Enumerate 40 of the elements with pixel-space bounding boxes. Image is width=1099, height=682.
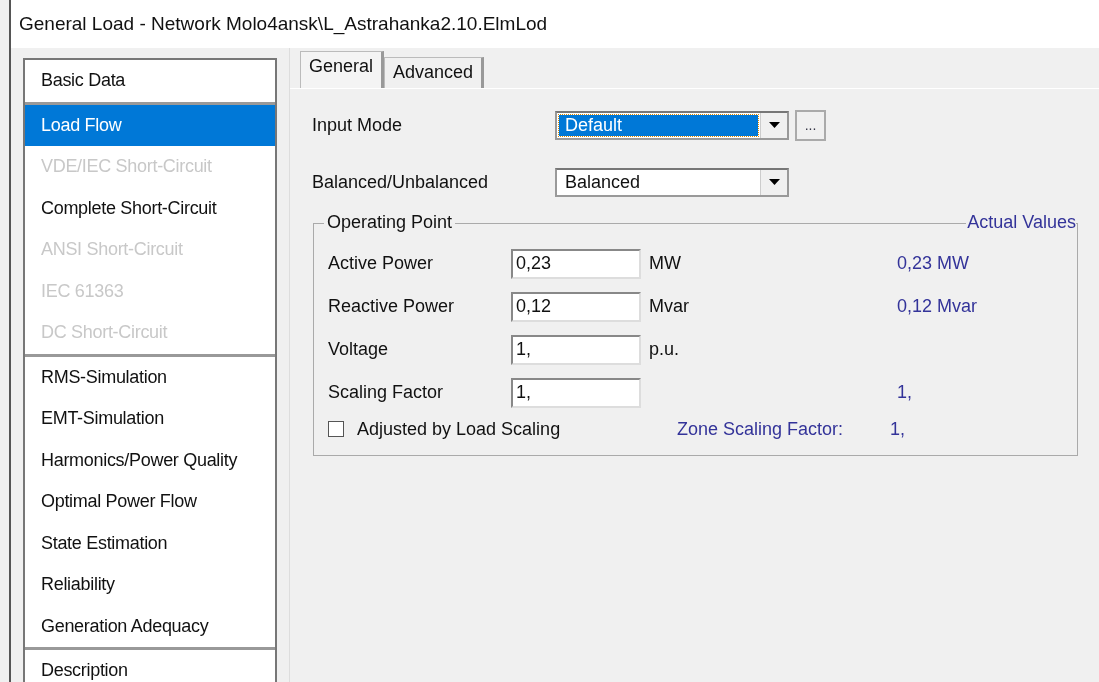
window-title: General Load - Network Molo4ansk\L_Astrahanka2.10.ElmLod — [19, 13, 548, 35]
field-label: Active Power — [328, 253, 435, 274]
category-item[interactable]: Basic Data — [25, 60, 275, 102]
actual-value: 0,12 Mvar — [897, 296, 978, 317]
category-item[interactable]: Optimal Power Flow — [25, 481, 275, 523]
dropdown-arrow-icon — [768, 179, 780, 185]
actual-value: 0,23 MW — [897, 253, 970, 274]
dropdown-arrow-icon — [768, 122, 780, 128]
actual-value: 1, — [897, 382, 912, 403]
unit-label: Mvar — [649, 296, 689, 316]
group-title: Operating Point — [324, 212, 456, 233]
input-field[interactable]: 0,23 — [511, 248, 641, 279]
input-field[interactable]: 1, — [511, 334, 641, 365]
category-item[interactable]: Reliability — [25, 564, 275, 606]
unit-label: MW — [649, 253, 681, 273]
checkbox[interactable] — [328, 421, 344, 437]
zone-scaling-label: Zone Scaling Factor: — [677, 418, 845, 440]
field-label: Scaling Factor — [328, 382, 445, 403]
category-item[interactable]: Complete Short-Circuit — [25, 187, 275, 229]
field-label: Balanced/Unbalanced — [312, 171, 490, 193]
unit-label: p.u. — [649, 339, 680, 359]
category-item[interactable]: Load Flow — [25, 104, 275, 146]
tab[interactable]: General — [300, 51, 385, 88]
input-field[interactable]: 0,12 — [511, 291, 641, 322]
category-item[interactable]: EMT-Simulation — [25, 398, 275, 440]
category-item[interactable]: Harmonics/Power Quality — [25, 439, 275, 481]
dropdown[interactable]: Balanced — [555, 167, 789, 197]
tab[interactable]: Advanced — [384, 57, 485, 88]
category-item[interactable]: Generation Adequacy — [25, 605, 275, 647]
zone-scaling-value: 1, — [890, 418, 905, 440]
dropdown[interactable]: Default — [555, 110, 789, 140]
input-field[interactable]: 1, — [511, 377, 641, 408]
category-item[interactable]: Description — [25, 650, 275, 682]
field-label: Reactive Power — [328, 296, 456, 317]
category-item[interactable]: State Estimation — [25, 522, 275, 564]
more-button[interactable]: ... — [795, 109, 826, 141]
field-label: Voltage — [328, 339, 390, 360]
field-label: Input Mode — [312, 114, 404, 136]
category-item[interactable]: RMS-Simulation — [25, 356, 275, 398]
checkbox-label: Adjusted by Load Scaling — [357, 418, 562, 440]
